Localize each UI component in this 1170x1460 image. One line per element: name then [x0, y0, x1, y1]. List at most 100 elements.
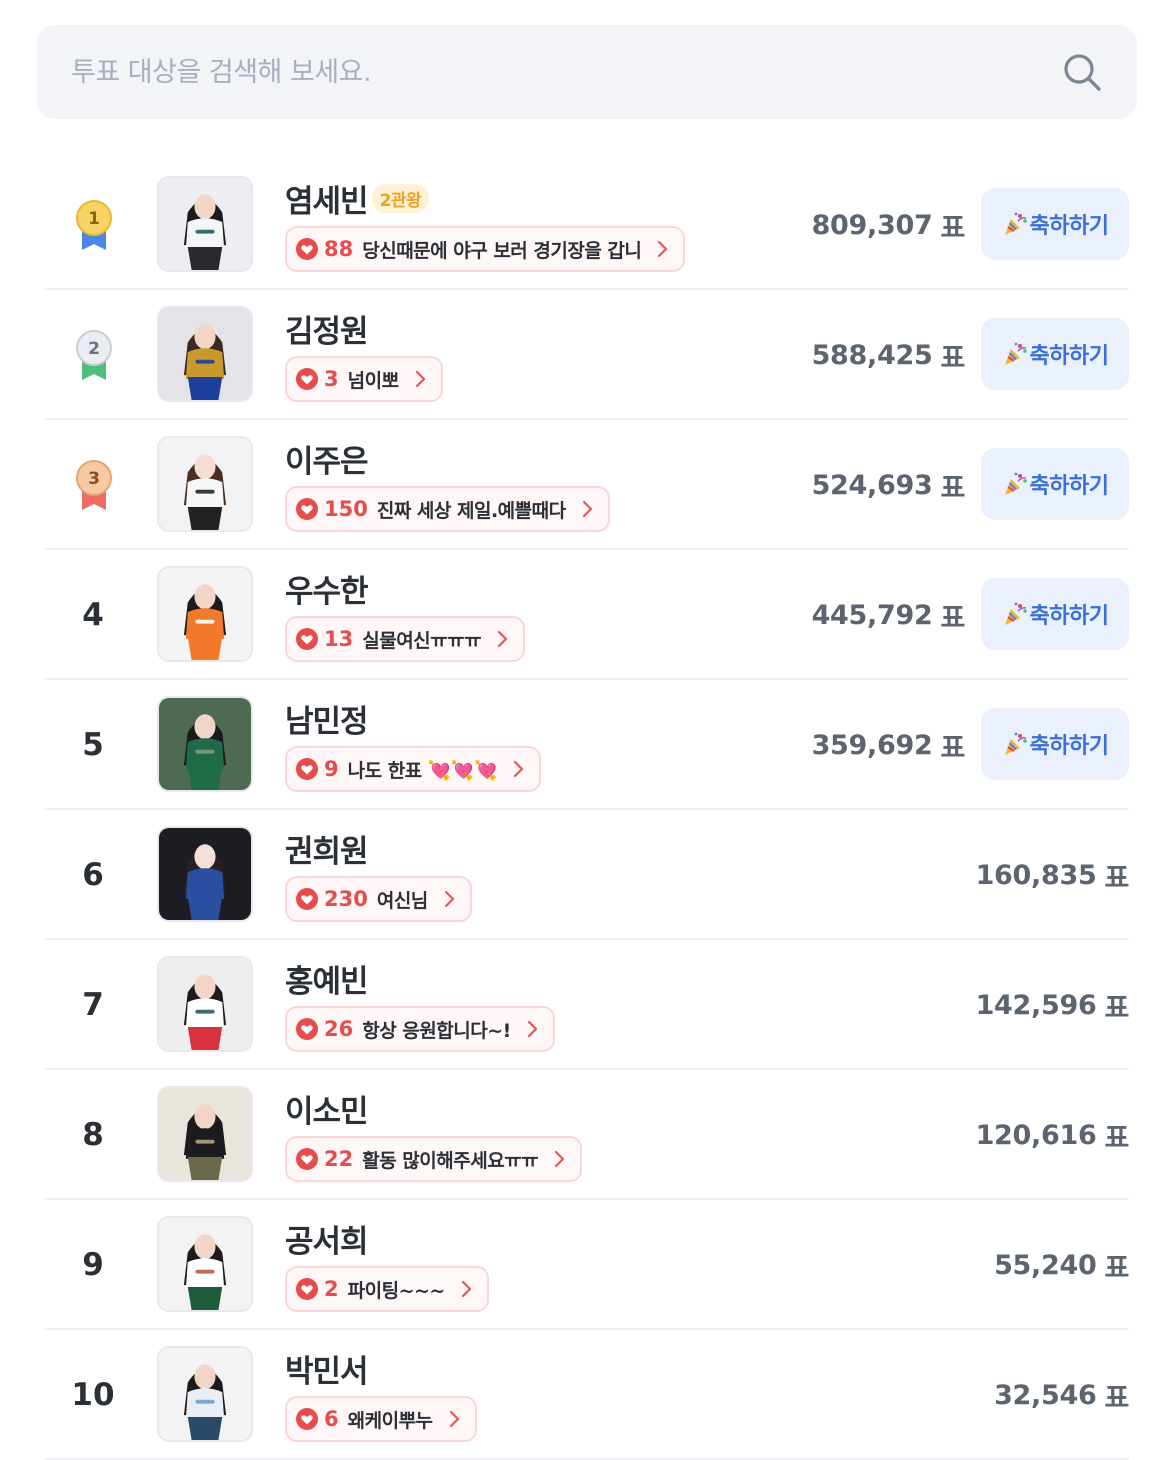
avatar[interactable] — [157, 1216, 253, 1312]
vote-number: 55,240 — [994, 1249, 1097, 1281]
candidate-name: 이소민 — [285, 1094, 369, 1130]
comment-like-count: 26 — [324, 1017, 354, 1041]
candidate-name-line: 염세빈 2관왕 — [285, 176, 430, 221]
vote-count: 142,596 표 — [975, 940, 1130, 1070]
candidate-name-line: 박민서 — [285, 1346, 369, 1391]
comment-like-count: 230 — [324, 887, 368, 911]
ranking-row[interactable]: 9 공서희 2 파이팅~~~ 55,240 표 — [45, 1200, 1129, 1330]
comment-text: 파이팅~~~ — [347, 1279, 446, 1302]
comment-text: 왜케이뿌누 — [347, 1409, 433, 1432]
party-popper-icon — [1004, 732, 1027, 755]
title-badge: 2관왕 — [371, 184, 430, 213]
comment-like-count: 150 — [324, 497, 368, 521]
candidate-name-line: 홍예빈 — [285, 956, 369, 1001]
comment-text: 실물여신ㅠㅠㅠ — [362, 629, 482, 652]
candidate-name-line: 김정원 — [285, 306, 369, 351]
vote-unit: 표 — [1104, 992, 1129, 1024]
top-comment-chip[interactable]: 230 여신님 — [285, 876, 472, 922]
candidate-name-line: 이주은 — [285, 436, 369, 481]
chevron-right-icon — [555, 1150, 565, 1168]
top-comment-chip[interactable]: 2 파이팅~~~ — [285, 1266, 489, 1312]
party-popper-icon — [1004, 472, 1027, 495]
rank-number: 10 — [71, 1377, 115, 1413]
heart-icon — [296, 1408, 318, 1430]
celebrate-button[interactable]: 축하하기 — [981, 188, 1129, 260]
search-input[interactable] — [71, 56, 1061, 88]
search-icon[interactable] — [1061, 51, 1103, 93]
vote-number: 120,616 — [975, 1119, 1097, 1151]
avatar[interactable] — [157, 1346, 253, 1442]
ranking-row[interactable]: 8 이소민 22 활동 많이해주세요ㅠㅠ 120,616 표 — [45, 1070, 1129, 1200]
heart-icon — [296, 498, 318, 520]
top-comment-chip[interactable]: 9 나도 한표 💘💘💘 — [285, 746, 542, 792]
comment-text: 진짜 세상 제일.예쁠때다 — [376, 499, 566, 522]
chevron-right-icon — [658, 240, 668, 258]
avatar[interactable] — [157, 826, 253, 922]
celebrate-label: 축하하기 — [1029, 604, 1109, 629]
vote-unit: 표 — [940, 472, 965, 504]
ranking-row[interactable]: 2 김정원 3 넘이뽀 588,425 표 축하하기 — [45, 290, 1129, 420]
chevron-right-icon — [582, 500, 592, 518]
comment-text: 항상 응원합니다~! — [362, 1019, 511, 1042]
avatar[interactable] — [157, 566, 253, 662]
rank-number: 5 — [82, 727, 104, 763]
avatar[interactable] — [157, 306, 253, 402]
vote-count: 359,692 표 — [811, 680, 966, 810]
top-comment-chip[interactable]: 26 항상 응원합니다~! — [285, 1006, 555, 1052]
comment-like-count: 88 — [324, 237, 354, 261]
top-comment-chip[interactable]: 88 당신때문에 야구 보러 경기장을 갑니 — [285, 226, 686, 272]
search-bar[interactable] — [37, 25, 1137, 119]
comment-text: 당신때문에 야구 보러 경기장을 갑니 — [362, 239, 642, 262]
avatar[interactable] — [157, 956, 253, 1052]
rank-number: 8 — [82, 1117, 104, 1153]
vote-count: 588,425 표 — [812, 290, 966, 420]
avatar[interactable] — [157, 176, 253, 272]
vote-number: 445,792 — [811, 599, 933, 631]
chevron-right-icon — [514, 760, 524, 778]
avatar[interactable] — [157, 696, 253, 792]
top-comment-chip[interactable]: 22 활동 많이해주세요ㅠㅠ — [285, 1136, 583, 1182]
candidate-name: 박민서 — [285, 1354, 369, 1390]
celebrate-label: 축하하기 — [1029, 344, 1109, 369]
heart-icon — [296, 1148, 318, 1170]
ranking-row[interactable]: 4 우수한 13 실물여신ㅠㅠㅠ 445,792 표 축하하기 — [45, 550, 1129, 680]
celebrate-label: 축하하기 — [1029, 214, 1109, 239]
chevron-right-icon — [449, 1410, 459, 1428]
gold-medal-icon: 1 — [76, 200, 112, 250]
ranking-row[interactable]: 5 남민정 9 나도 한표 💘💘💘 359,692 표 축하하기 — [45, 680, 1129, 810]
top-comment-chip[interactable]: 3 넘이뽀 — [285, 356, 443, 402]
celebrate-button[interactable]: 축하하기 — [981, 318, 1129, 390]
chevron-right-icon — [461, 1280, 471, 1298]
rank-number: 9 — [82, 1247, 104, 1283]
celebrate-button[interactable]: 축하하기 — [981, 448, 1129, 520]
vote-number: 32,546 — [994, 1379, 1097, 1411]
top-comment-chip[interactable]: 150 진짜 세상 제일.예쁠때다 — [285, 486, 610, 532]
ranking-row[interactable]: 6 권희원 230 여신님 160,835 표 — [45, 810, 1129, 940]
rank-number: 7 — [82, 987, 104, 1023]
vote-number: 359,692 — [811, 729, 933, 761]
ranking-row[interactable]: 7 홍예빈 26 항상 응원합니다~! 142,596 표 — [45, 940, 1129, 1070]
avatar[interactable] — [157, 436, 253, 532]
celebrate-button[interactable]: 축하하기 — [981, 708, 1129, 780]
ranking-row[interactable]: 3 이주은 150 진짜 세상 제일.예쁠때다 524,693 표 축하하기 — [45, 420, 1129, 550]
medal-rank-label: 3 — [88, 469, 100, 489]
celebrate-button[interactable]: 축하하기 — [981, 578, 1129, 650]
vote-number: 524,693 — [811, 469, 933, 501]
vote-number: 142,596 — [975, 989, 1097, 1021]
candidate-name-line: 남민정 — [285, 696, 369, 741]
top-comment-chip[interactable]: 6 왜케이뿌누 — [285, 1396, 477, 1442]
silver-medal-icon: 2 — [76, 330, 112, 380]
ranking-row[interactable]: 10 박민서 6 왜케이뿌누 32,546 표 — [45, 1330, 1129, 1460]
comment-like-count: 22 — [324, 1147, 354, 1171]
ranking-list: 1 염세빈 2관왕 88 당신때문에 야구 보러 경기장을 갑니 809,307… — [45, 160, 1129, 1460]
top-comment-chip[interactable]: 13 실물여신ㅠㅠㅠ — [285, 616, 526, 662]
candidate-name: 남민정 — [285, 704, 369, 740]
candidate-name-line: 공서희 — [285, 1216, 369, 1261]
comment-like-count: 6 — [324, 1407, 339, 1431]
ranking-row[interactable]: 1 염세빈 2관왕 88 당신때문에 야구 보러 경기장을 갑니 809,307… — [45, 160, 1129, 290]
avatar[interactable] — [157, 1086, 253, 1182]
vote-unit: 표 — [1104, 1382, 1129, 1414]
comment-text: 나도 한표 💘💘💘 — [347, 759, 498, 782]
rank-number: 6 — [82, 857, 104, 893]
comment-like-count: 2 — [324, 1277, 339, 1301]
